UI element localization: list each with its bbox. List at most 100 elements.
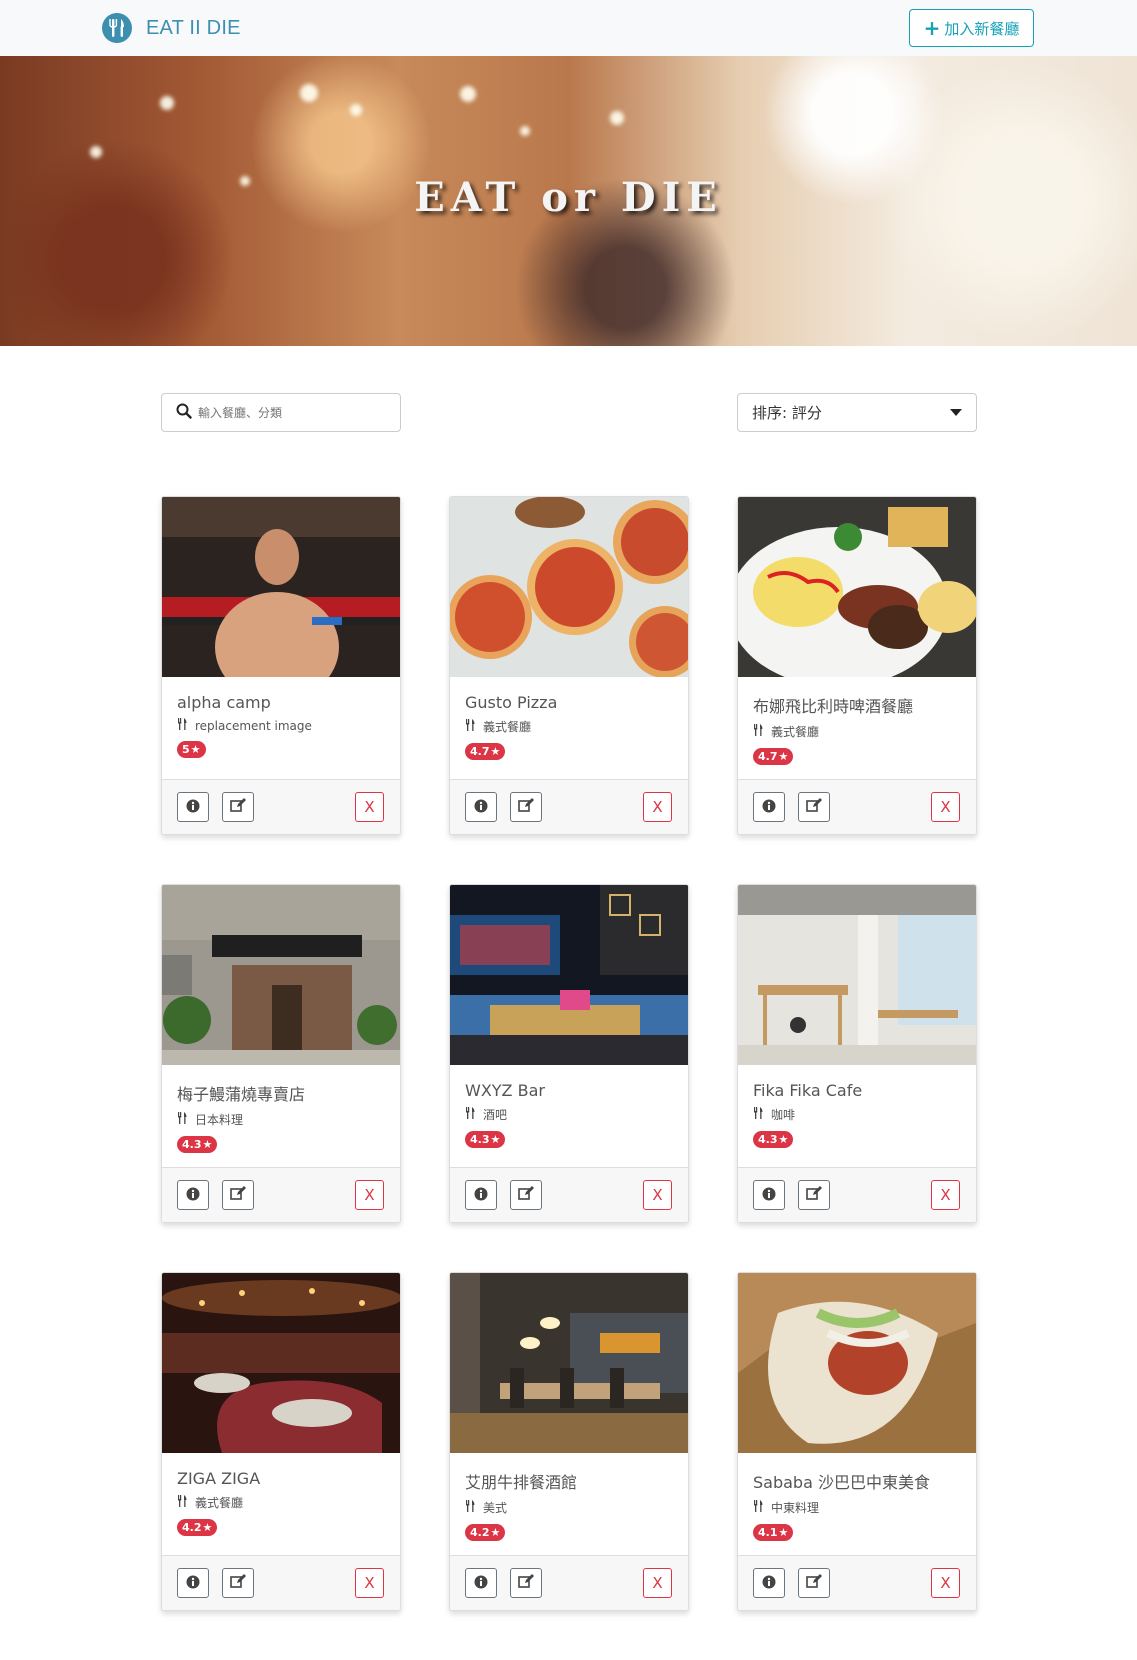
- restaurant-name: 艾朋牛排餐酒館: [465, 1473, 578, 1492]
- utensils-icon: [177, 1112, 187, 1127]
- add-restaurant-button[interactable]: + 加入新餐廳: [909, 9, 1034, 47]
- card-footer: X: [162, 779, 400, 834]
- restaurant-card[interactable]: Sababa 沙巴巴中東美食 中東料理 4.1 ★ X: [737, 1272, 977, 1611]
- utensils-icon: [753, 1107, 763, 1122]
- info-button[interactable]: [753, 1180, 785, 1210]
- rating-value: 4.7: [758, 750, 778, 763]
- edit-button[interactable]: [222, 792, 254, 822]
- utensils-icon: [753, 724, 763, 739]
- delete-button[interactable]: X: [643, 1568, 672, 1598]
- navbar: EAT II DIE + 加入新餐廳: [0, 0, 1137, 56]
- star-icon: ★: [490, 745, 501, 758]
- restaurant-name: WXYZ Bar: [465, 1081, 545, 1100]
- search-box[interactable]: [161, 393, 401, 432]
- edit-button[interactable]: [510, 1568, 542, 1598]
- star-icon: ★: [202, 1138, 213, 1151]
- restaurant-card[interactable]: ZIGA ZIGA 義式餐廳 4.2 ★ X: [161, 1272, 401, 1611]
- banner-title: EAT or DIE: [414, 174, 723, 221]
- card-footer: X: [738, 1167, 976, 1222]
- delete-button[interactable]: X: [355, 792, 384, 822]
- rating-value: 4.3: [182, 1138, 202, 1151]
- chevron-down-icon: [950, 409, 962, 416]
- restaurant-category-row: 義式餐廳: [177, 1494, 385, 1511]
- edit-button[interactable]: [222, 1180, 254, 1210]
- restaurant-category: 美式: [483, 1501, 508, 1515]
- info-icon: [186, 1186, 200, 1205]
- restaurant-category-row: 義式餐廳: [465, 718, 673, 735]
- delete-button[interactable]: X: [643, 792, 672, 822]
- restaurant-category: 日本料理: [195, 1113, 244, 1127]
- restaurant-photo[interactable]: [450, 1273, 688, 1453]
- rating-badge: 4.3 ★: [177, 1136, 218, 1153]
- card-footer: X: [162, 1555, 400, 1610]
- info-icon: [474, 1574, 488, 1593]
- edit-icon: [230, 1185, 246, 1205]
- restaurant-category: 酒吧: [483, 1108, 508, 1122]
- restaurant-name: 布娜飛比利時啤酒餐廳: [753, 697, 914, 716]
- restaurant-name: ZIGA ZIGA: [177, 1469, 261, 1488]
- rating-value: 4.1: [758, 1526, 778, 1539]
- edit-button[interactable]: [798, 792, 830, 822]
- rating-badge: 4.2 ★: [465, 1524, 506, 1541]
- star-icon: ★: [190, 743, 201, 756]
- search-input[interactable]: [198, 405, 388, 420]
- star-icon: ★: [202, 1521, 213, 1534]
- edit-button[interactable]: [798, 1568, 830, 1598]
- card-footer: X: [450, 779, 688, 834]
- edit-button[interactable]: [222, 1568, 254, 1598]
- restaurant-category-row: 中東料理: [753, 1499, 961, 1516]
- rating-value: 4.3: [758, 1133, 778, 1146]
- restaurant-category: 中東料理: [771, 1501, 820, 1515]
- restaurant-photo[interactable]: [738, 885, 976, 1065]
- edit-button[interactable]: [510, 792, 542, 822]
- sort-select[interactable]: 排序: 評分: [737, 393, 977, 432]
- utensils-logo-icon: [102, 13, 132, 43]
- edit-icon: [806, 1573, 822, 1593]
- card-body: 梅子鰻蒲燒專賣店 日本料理 4.3 ★: [162, 1065, 400, 1167]
- restaurant-photo[interactable]: [162, 885, 400, 1065]
- restaurant-card[interactable]: 艾朋牛排餐酒館 美式 4.2 ★ X: [449, 1272, 689, 1611]
- info-button[interactable]: [753, 792, 785, 822]
- card-body: Sababa 沙巴巴中東美食 中東料理 4.1 ★: [738, 1453, 976, 1555]
- restaurant-photo[interactable]: [162, 1273, 400, 1453]
- info-icon: [186, 798, 200, 817]
- restaurant-card[interactable]: 布娜飛比利時啤酒餐廳 義式餐廳 4.7 ★ X: [737, 496, 977, 835]
- info-button[interactable]: [465, 1568, 497, 1598]
- star-icon: ★: [490, 1526, 501, 1539]
- restaurant-card[interactable]: Fika Fika Cafe 咖啡 4.3 ★ X: [737, 884, 977, 1223]
- delete-button[interactable]: X: [931, 1568, 960, 1598]
- delete-button[interactable]: X: [931, 1180, 960, 1210]
- restaurant-name: alpha camp: [177, 693, 271, 712]
- restaurant-card[interactable]: alpha camp replacement image 5 ★ X: [161, 496, 401, 835]
- star-icon: ★: [778, 1526, 789, 1539]
- restaurant-category-row: 義式餐廳: [753, 723, 961, 740]
- restaurant-category: 咖啡: [771, 1108, 796, 1122]
- restaurant-card[interactable]: Gusto Pizza 義式餐廳 4.7 ★ X: [449, 496, 689, 835]
- info-button[interactable]: [465, 792, 497, 822]
- delete-button[interactable]: X: [643, 1180, 672, 1210]
- info-button[interactable]: [177, 1568, 209, 1598]
- card-footer: X: [450, 1555, 688, 1610]
- delete-button[interactable]: X: [355, 1568, 384, 1598]
- restaurant-photo[interactable]: [450, 497, 688, 677]
- delete-button[interactable]: X: [931, 792, 960, 822]
- restaurant-card[interactable]: 梅子鰻蒲燒專賣店 日本料理 4.3 ★ X: [161, 884, 401, 1223]
- delete-button[interactable]: X: [355, 1180, 384, 1210]
- edit-icon: [230, 797, 246, 817]
- info-button[interactable]: [177, 1180, 209, 1210]
- edit-button[interactable]: [510, 1180, 542, 1210]
- edit-button[interactable]: [798, 1180, 830, 1210]
- restaurant-photo[interactable]: [450, 885, 688, 1065]
- restaurant-photo[interactable]: [162, 497, 400, 677]
- star-icon: ★: [778, 1133, 789, 1146]
- restaurant-category-row: replacement image: [177, 718, 385, 733]
- restaurant-photo[interactable]: [738, 497, 976, 677]
- info-button[interactable]: [465, 1180, 497, 1210]
- brand-link[interactable]: EAT II DIE: [102, 13, 241, 43]
- restaurant-photo[interactable]: [738, 1273, 976, 1453]
- restaurant-card[interactable]: WXYZ Bar 酒吧 4.3 ★ X: [449, 884, 689, 1223]
- edit-icon: [806, 797, 822, 817]
- info-button[interactable]: [177, 792, 209, 822]
- info-button[interactable]: [753, 1568, 785, 1598]
- card-footer: X: [738, 779, 976, 834]
